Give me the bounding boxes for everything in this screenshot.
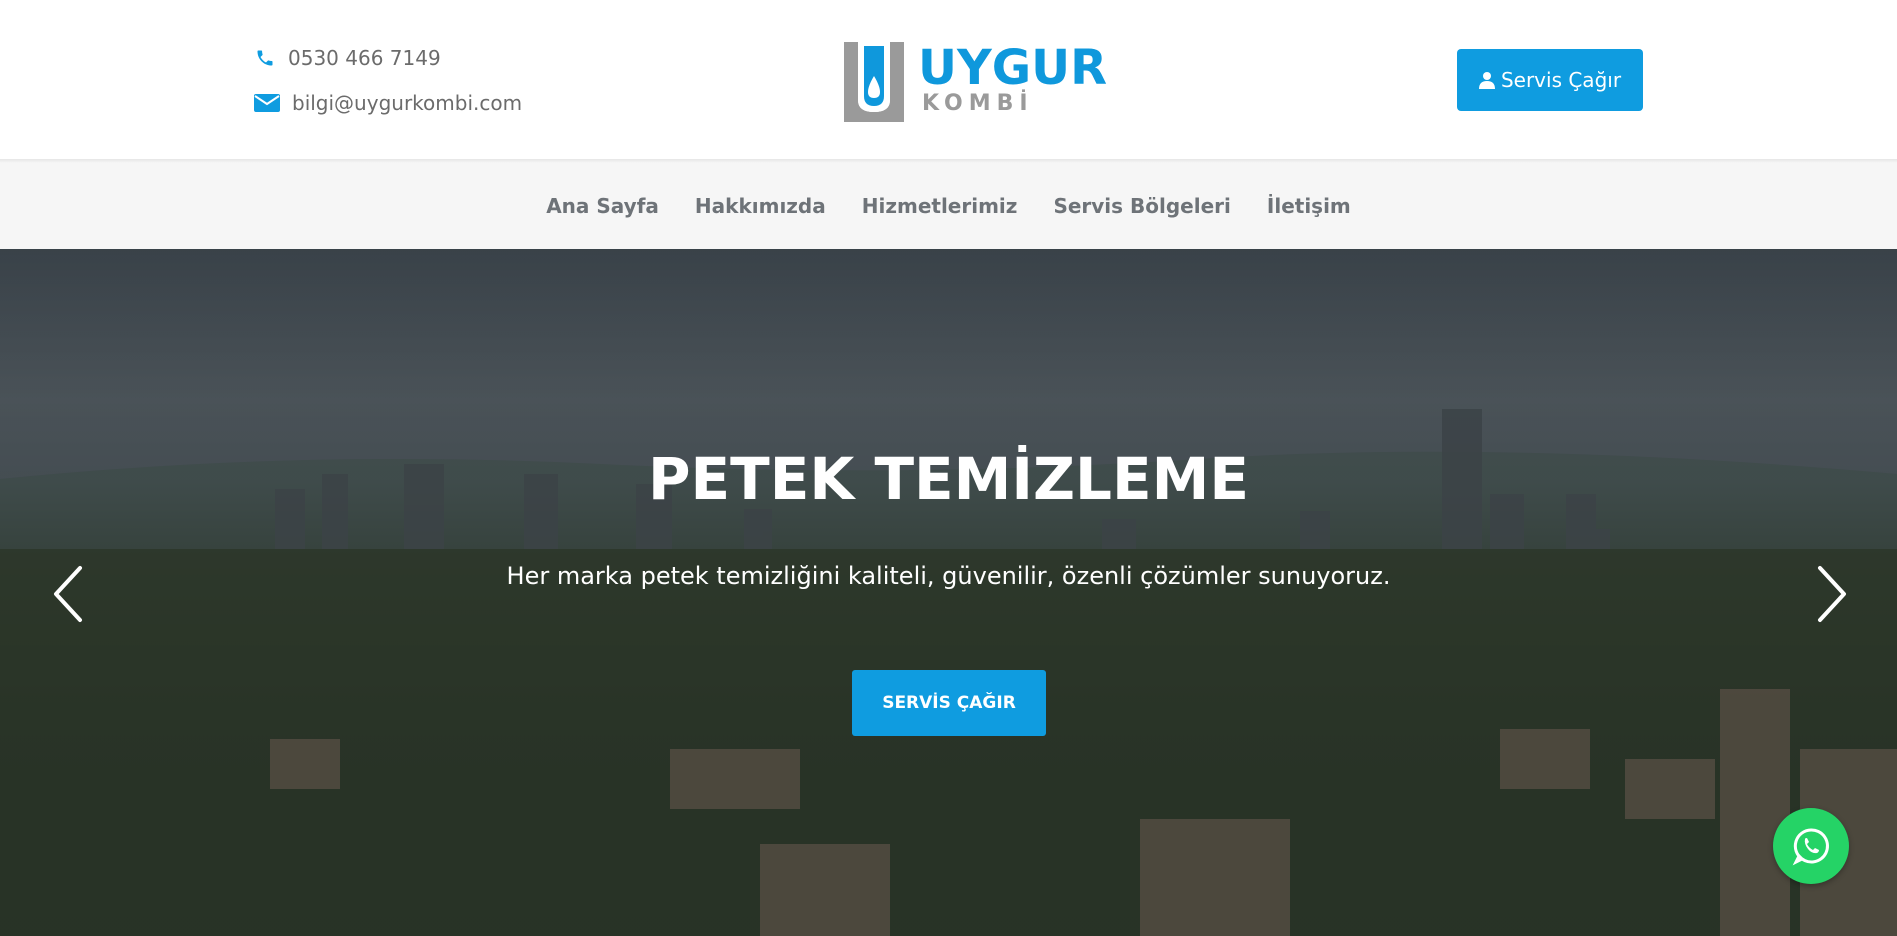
call-service-button[interactable]: Servis Çağır — [1457, 49, 1643, 111]
site-logo[interactable]: UYGUR KOMBİ — [842, 40, 1107, 124]
hero-slider: PETEK TEMİZLEME Her marka petek temizliğ… — [0, 249, 1897, 936]
main-nav: Ana Sayfa Hakkımızda Hizmetlerimiz Servi… — [0, 163, 1897, 249]
contact-info: 0530 466 7149 bilgi@uygurkombi.com — [254, 44, 522, 134]
email-contact[interactable]: bilgi@uygurkombi.com — [254, 89, 522, 117]
nav-item-contact[interactable]: İletişim — [1267, 194, 1351, 218]
hero-subtitle: Her marka petek temizliğini kaliteli, gü… — [506, 562, 1391, 590]
nav-item-services[interactable]: Hizmetlerimiz — [862, 194, 1018, 218]
nav-item-service-areas[interactable]: Servis Bölgeleri — [1053, 194, 1230, 218]
phone-number: 0530 466 7149 — [288, 46, 441, 70]
hero-call-service-button[interactable]: SERVİS ÇAĞIR — [852, 670, 1046, 736]
logo-title: UYGUR — [918, 40, 1108, 96]
user-icon — [1478, 71, 1495, 89]
nav-item-home[interactable]: Ana Sayfa — [546, 194, 659, 218]
phone-contact[interactable]: 0530 466 7149 — [254, 44, 522, 72]
whatsapp-button[interactable] — [1773, 808, 1849, 884]
phone-icon — [254, 47, 276, 69]
logo-text: UYGUR KOMBİ — [918, 44, 1107, 116]
city-skyline-background — [0, 409, 1897, 936]
call-service-label: Servis Çağır — [1500, 68, 1622, 92]
email-address: bilgi@uygurkombi.com — [292, 91, 523, 115]
logo-mark-icon — [844, 42, 904, 122]
nav-item-about[interactable]: Hakkımızda — [695, 194, 826, 218]
whatsapp-icon — [1792, 828, 1829, 866]
envelope-icon — [254, 92, 280, 114]
hero-title: PETEK TEMİZLEME — [648, 445, 1249, 513]
top-header: 0530 466 7149 bilgi@uygurkombi.com UYGUR… — [0, 0, 1897, 161]
